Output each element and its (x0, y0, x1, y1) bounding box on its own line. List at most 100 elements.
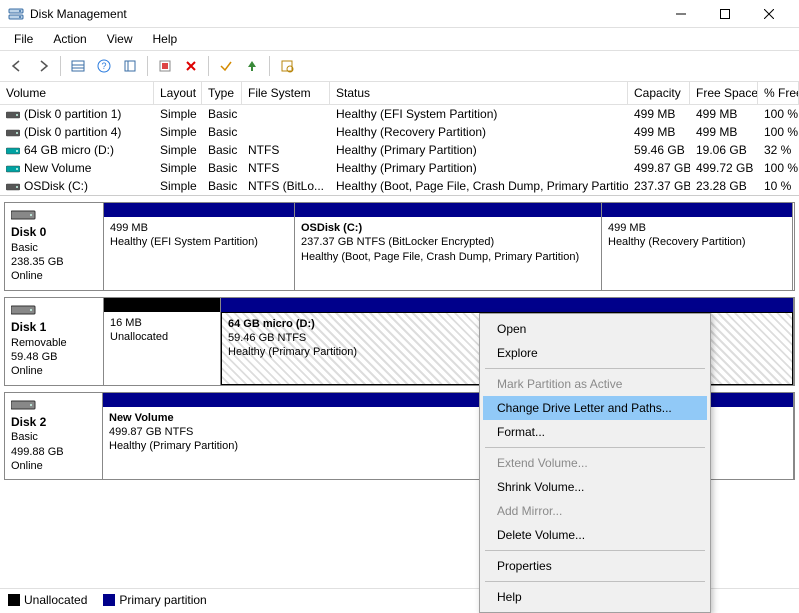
col-layout[interactable]: Layout (154, 82, 202, 104)
cell: 237.37 GB (628, 177, 690, 195)
table-row[interactable]: (Disk 0 partition 1)SimpleBasicHealthy (… (0, 105, 799, 123)
svg-text:?: ? (101, 61, 106, 71)
ctx-change-drive-letter[interactable]: Change Drive Letter and Paths... (483, 396, 707, 420)
menu-view[interactable]: View (99, 30, 141, 48)
toolbar: ? (0, 50, 799, 82)
ctx-explore[interactable]: Explore (483, 341, 707, 365)
disk-row: Disk 0Basic238.35 GBOnline499 MBHealthy … (4, 202, 795, 291)
col-volume[interactable]: Volume (0, 82, 154, 104)
cell: 499 MB (628, 123, 690, 141)
cell: Simple (154, 177, 202, 195)
partition-body: 499 MBHealthy (EFI System Partition) (104, 217, 294, 290)
cell: 100 % (758, 123, 799, 141)
cell: 499.87 GB (628, 159, 690, 177)
cell: 100 % (758, 105, 799, 123)
toolbar-sep (208, 56, 209, 76)
cell: 10 % (758, 177, 799, 195)
partition-body: 16 MBUnallocated (104, 312, 220, 385)
cell: New Volume (0, 159, 154, 177)
up-button[interactable] (241, 55, 263, 77)
cell: 59.46 GB (628, 141, 690, 159)
drive-icon (6, 127, 20, 139)
col-status[interactable]: Status (330, 82, 628, 104)
partition[interactable]: 499 MBHealthy (Recovery Partition) (601, 202, 793, 291)
refresh-button[interactable] (154, 55, 176, 77)
close-button[interactable] (747, 0, 791, 28)
disk-info[interactable]: Disk 1Removable59.48 GBOnline (4, 297, 104, 386)
show-hide-tree-button[interactable] (67, 55, 89, 77)
partition-stripe (221, 298, 793, 312)
back-button[interactable] (6, 55, 28, 77)
partition[interactable]: OSDisk (C:)237.37 GB NTFS (BitLocker Enc… (294, 202, 602, 291)
col-filesystem[interactable]: File System (242, 82, 330, 104)
drive-icon (6, 163, 20, 175)
disk-info[interactable]: Disk 0Basic238.35 GBOnline (4, 202, 104, 291)
checkmark-button[interactable] (215, 55, 237, 77)
col-type[interactable]: Type (202, 82, 242, 104)
partition[interactable]: 499 MBHealthy (EFI System Partition) (103, 202, 295, 291)
menu-file[interactable]: File (6, 30, 41, 48)
col-capacity[interactable]: Capacity (628, 82, 690, 104)
cell: (Disk 0 partition 4) (0, 123, 154, 141)
ctx-properties[interactable]: Properties (483, 554, 707, 578)
menubar: File Action View Help (0, 28, 799, 50)
toolbar-sep (60, 56, 61, 76)
delete-button[interactable] (180, 55, 202, 77)
column-headers: Volume Layout Type File System Status Ca… (0, 82, 799, 105)
help-button[interactable]: ? (93, 55, 115, 77)
table-row[interactable]: New VolumeSimpleBasicNTFSHealthy (Primar… (0, 159, 799, 177)
cell (242, 123, 330, 141)
cell: Healthy (Boot, Page File, Crash Dump, Pr… (330, 177, 628, 195)
ctx-sep (485, 368, 705, 369)
ctx-open[interactable]: Open (483, 317, 707, 341)
cell: OSDisk (C:) (0, 177, 154, 195)
cell: Healthy (Primary Partition) (330, 141, 628, 159)
table-row[interactable]: OSDisk (C:)SimpleBasicNTFS (BitLo...Heal… (0, 177, 799, 195)
col-pctfree[interactable]: % Free (758, 82, 799, 104)
ctx-format[interactable]: Format... (483, 420, 707, 444)
cell: Healthy (Primary Partition) (330, 159, 628, 177)
ctx-delete[interactable]: Delete Volume... (483, 523, 707, 547)
ctx-extend: Extend Volume... (483, 451, 707, 475)
partition[interactable]: 16 MBUnallocated (103, 297, 221, 386)
minimize-button[interactable] (659, 0, 703, 28)
cell: 32 % (758, 141, 799, 159)
ctx-sep (485, 447, 705, 448)
legend-primary: Primary partition (103, 593, 206, 607)
settings-button[interactable] (119, 55, 141, 77)
cell: Simple (154, 105, 202, 123)
cell: 499 MB (690, 123, 758, 141)
table-row[interactable]: (Disk 0 partition 4)SimpleBasicHealthy (… (0, 123, 799, 141)
cell: 19.06 GB (690, 141, 758, 159)
volume-list: Volume Layout Type File System Status Ca… (0, 82, 799, 196)
app-icon (8, 6, 24, 22)
window-title: Disk Management (30, 7, 659, 21)
cell (242, 105, 330, 123)
partition-body: OSDisk (C:)237.37 GB NTFS (BitLocker Enc… (295, 217, 601, 290)
context-menu: Open Explore Mark Partition as Active Ch… (479, 313, 711, 613)
maximize-button[interactable] (703, 0, 747, 28)
col-free[interactable]: Free Space (690, 82, 758, 104)
disk-layout: 499 MBHealthy (EFI System Partition)OSDi… (104, 202, 795, 291)
cell: Basic (202, 105, 242, 123)
cell: Healthy (EFI System Partition) (330, 105, 628, 123)
forward-button[interactable] (32, 55, 54, 77)
ctx-help[interactable]: Help (483, 585, 707, 609)
ctx-sep (485, 550, 705, 551)
cell: Simple (154, 159, 202, 177)
cell: 100 % (758, 159, 799, 177)
cell: Basic (202, 159, 242, 177)
titlebar: Disk Management (0, 0, 799, 28)
table-row[interactable]: 64 GB micro (D:)SimpleBasicNTFSHealthy (… (0, 141, 799, 159)
menu-action[interactable]: Action (45, 30, 94, 48)
view-button[interactable] (276, 55, 298, 77)
partition-stripe (104, 203, 294, 217)
menu-help[interactable]: Help (145, 30, 186, 48)
disk-info[interactable]: Disk 2Basic499.88 GBOnline (4, 392, 103, 481)
cell: NTFS (BitLo... (242, 177, 330, 195)
partition-stripe (104, 298, 220, 312)
cell: Simple (154, 123, 202, 141)
cell: 64 GB micro (D:) (0, 141, 154, 159)
ctx-shrink[interactable]: Shrink Volume... (483, 475, 707, 499)
cell: Simple (154, 141, 202, 159)
